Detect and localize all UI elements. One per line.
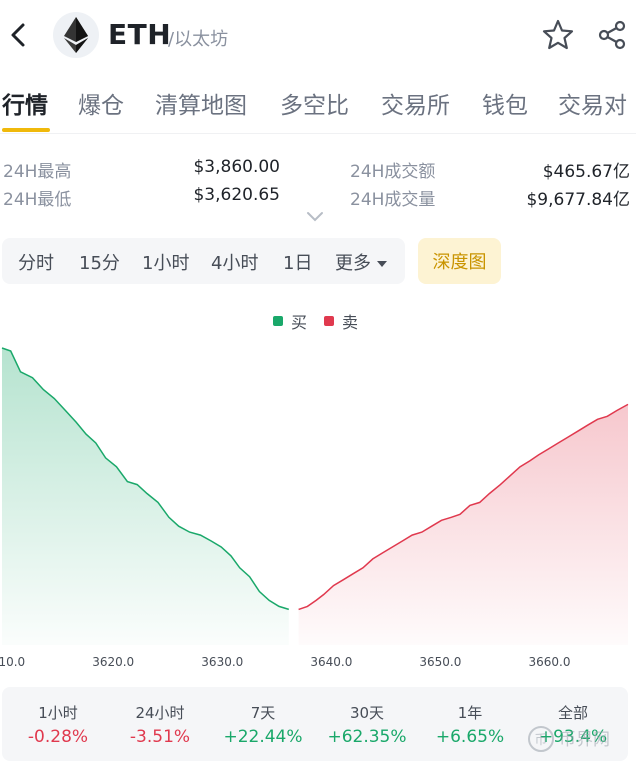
svg-text:币界网: 币界网 xyxy=(559,730,610,750)
timeframe-more[interactable]: 更多 xyxy=(335,249,387,275)
change-24h-label: 24小时 xyxy=(135,704,185,722)
svg-text:币: 币 xyxy=(534,733,547,748)
change-1y-value: +6.65% xyxy=(435,727,505,747)
caret-down-icon xyxy=(377,261,387,267)
tab-liquidation[interactable]: 爆仓 xyxy=(78,86,124,120)
buy-swatch xyxy=(273,316,283,326)
change-1h-value: -0.28% xyxy=(27,727,89,747)
sell-swatch xyxy=(324,316,334,326)
x-tick-label: 3610.0 xyxy=(0,655,25,669)
timeframe-4h[interactable]: 4小时 xyxy=(211,249,258,275)
low-label: 24H最低 xyxy=(3,190,72,210)
x-tick-label: 3630.0 xyxy=(201,655,243,669)
change-all-label: 全部 xyxy=(557,704,588,722)
x-tick-label: 3620.0 xyxy=(92,655,134,669)
legend-buy: 买 xyxy=(273,309,307,333)
depth-chart-button[interactable]: 深度图 xyxy=(418,238,501,284)
low-value: $3,620.65 xyxy=(193,185,280,205)
ethereum-logo xyxy=(53,12,99,58)
change-7d-value: +22.44% xyxy=(223,727,303,747)
coin-name: /以太坊 xyxy=(168,29,229,50)
sell-depth-area xyxy=(298,404,628,645)
timeframe-1h[interactable]: 1小时 xyxy=(142,249,189,275)
change-7d-label: 7天 xyxy=(250,704,276,722)
back-arrow-icon[interactable] xyxy=(6,20,32,50)
star-icon[interactable] xyxy=(541,18,575,52)
turnover-label: 24H成交额 xyxy=(350,162,436,182)
tab-market[interactable]: 行情 xyxy=(2,86,48,120)
legend-buy-label: 买 xyxy=(291,313,308,332)
site-watermark: 币 币界网 xyxy=(528,726,610,752)
x-tick-label: 3650.0 xyxy=(419,655,461,669)
timeframe-bar: 分时 15分 1小时 4小时 1日 更多 xyxy=(2,238,405,284)
buy-depth-area xyxy=(2,348,289,645)
volume-label: 24H成交量 xyxy=(350,190,436,210)
main-tabs: 行情 爆仓 清算地图 多空比 交易所 钱包 交易对 xyxy=(0,78,636,134)
active-tab-indicator xyxy=(2,128,50,132)
timeframe-15m[interactable]: 15分 xyxy=(79,249,120,275)
depth-chart[interactable]: 3610.0 3620.0 3630.0 3640.0 3650.0 3660.0 xyxy=(0,335,636,680)
change-24h-value: -3.51% xyxy=(129,727,191,747)
timeframe-1d[interactable]: 1日 xyxy=(283,249,312,275)
tab-liquidation-map[interactable]: 清算地图 xyxy=(155,86,247,120)
legend-sell-label: 卖 xyxy=(342,313,359,332)
tab-long-short-ratio[interactable]: 多空比 xyxy=(280,86,349,120)
x-tick-label: 3640.0 xyxy=(310,655,352,669)
change-1h-label: 1小时 xyxy=(38,704,78,722)
change-30d-label: 30天 xyxy=(349,704,385,722)
timeframe-timeshare[interactable]: 分时 xyxy=(18,249,54,275)
change-30d-value: +62.35% xyxy=(327,727,407,747)
high-label: 24H最高 xyxy=(3,162,72,182)
expand-chevron-icon[interactable] xyxy=(305,210,325,224)
change-1y-label: 1年 xyxy=(457,704,483,722)
coin-symbol: ETH xyxy=(108,18,172,51)
x-tick-label: 3660.0 xyxy=(529,655,571,669)
volume-value: $9,677.84亿 xyxy=(526,190,630,210)
timeframe-more-label: 更多 xyxy=(335,253,371,274)
tab-exchanges[interactable]: 交易所 xyxy=(381,86,450,120)
header: ETH /以太坊 xyxy=(0,0,636,72)
tab-wallets[interactable]: 钱包 xyxy=(482,86,528,120)
high-value: $3,860.00 xyxy=(193,157,280,177)
turnover-value: $465.67亿 xyxy=(542,162,630,182)
legend-sell: 卖 xyxy=(324,309,358,333)
tab-trading-pairs[interactable]: 交易对 xyxy=(558,86,627,120)
share-icon[interactable] xyxy=(597,20,627,50)
